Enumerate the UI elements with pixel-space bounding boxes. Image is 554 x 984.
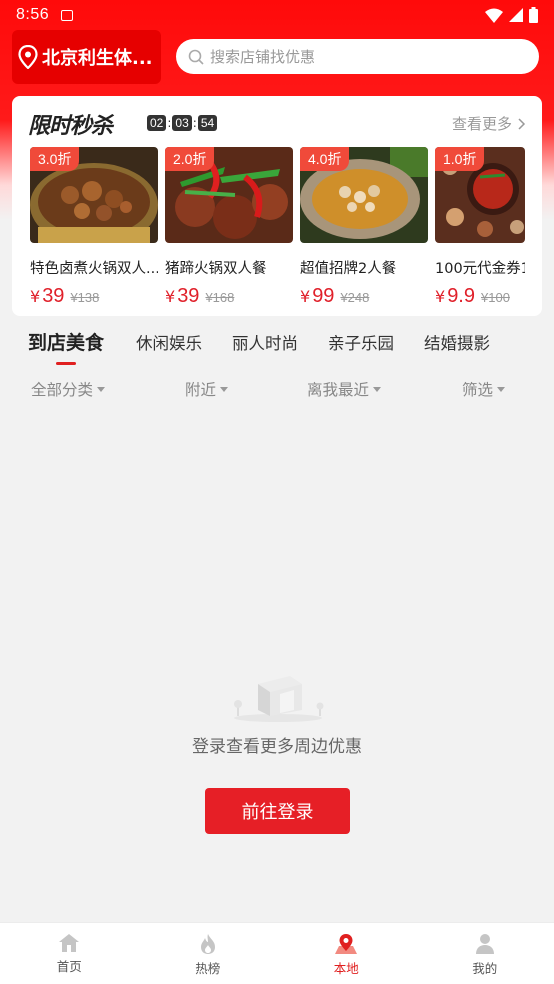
empty-store-icon xyxy=(234,676,324,722)
deal-price: ¥ 9.9 ¥100 xyxy=(435,285,525,308)
price-original: ¥248 xyxy=(340,290,370,305)
price-current: 39 xyxy=(42,285,65,307)
filter-screen[interactable]: 筛选 xyxy=(462,378,506,400)
price-currency: ¥ xyxy=(165,287,176,306)
user-icon xyxy=(475,934,494,954)
caret-down-icon xyxy=(220,386,229,392)
deal-item[interactable]: 1.0折 100元代金券1 ¥ 9.9 ¥100 xyxy=(435,147,525,308)
see-more-label: 查看更多 xyxy=(451,115,512,133)
deal-item[interactable]: 4.0折 超值招牌2人餐 ¥ 99 ¥248 xyxy=(300,147,428,308)
location-label: 北京利生体... xyxy=(42,48,153,69)
filter-label: 离我最近 xyxy=(307,381,370,399)
bottom-tab-bar: 首页 热榜 本地 我的 xyxy=(0,922,554,984)
map-pin-icon xyxy=(335,934,358,954)
tabbar-label: 我的 xyxy=(472,961,498,976)
filter-label: 全部分类 xyxy=(31,381,94,399)
discount-badge: 2.0折 xyxy=(165,147,215,171)
battery-icon xyxy=(529,7,538,23)
caret-down-icon xyxy=(97,386,106,392)
sim-icon xyxy=(61,9,74,21)
price-original: ¥168 xyxy=(205,290,235,305)
price-original: ¥100 xyxy=(481,290,510,305)
flash-sale-title: 限时秒杀 xyxy=(28,114,113,139)
search-input[interactable]: 搜索店铺找优惠 xyxy=(176,39,539,74)
search-icon xyxy=(188,49,204,65)
tabbar-item-local[interactable]: 本地 xyxy=(277,923,416,984)
tab-wedding-photo[interactable]: 结婚摄影 xyxy=(424,330,490,354)
flash-sale-card: 限时秒杀 02 : 03 : 54 查看更多 3.0折 特色卤煮火锅双人... … xyxy=(12,96,542,316)
login-button[interactable]: 前往登录 xyxy=(205,788,350,834)
price-current: 9.9 xyxy=(447,285,475,307)
tab-leisure[interactable]: 休闲娱乐 xyxy=(136,330,202,354)
discount-badge: 1.0折 xyxy=(435,147,485,171)
caret-down-icon xyxy=(497,386,506,392)
deal-name: 超值招牌2人餐 xyxy=(300,261,397,277)
price-currency: ¥ xyxy=(435,287,446,306)
see-more-link[interactable]: 查看更多 xyxy=(452,113,528,134)
status-bar: 8:56 xyxy=(0,0,554,30)
signal-icon xyxy=(509,8,523,22)
timer-seconds: 54 xyxy=(197,115,218,131)
deal-price: ¥ 99 ¥248 xyxy=(300,285,428,308)
active-tab-indicator xyxy=(56,362,76,365)
deal-list: 3.0折 特色卤煮火锅双人... ¥ 39 ¥138 2.0折 猪蹄火锅双人餐 … xyxy=(30,147,525,308)
wifi-icon xyxy=(485,8,503,23)
empty-message: 登录查看更多周边优惠 xyxy=(192,737,362,757)
tab-family[interactable]: 亲子乐园 xyxy=(328,330,394,354)
deal-image: 1.0折 xyxy=(435,147,525,243)
tab-dine-in[interactable]: 到店美食 xyxy=(28,328,104,355)
timer-hours: 02 xyxy=(147,115,167,131)
filter-label: 附近 xyxy=(185,381,217,399)
tab-beauty[interactable]: 丽人时尚 xyxy=(232,330,298,354)
location-selector[interactable]: 北京利生体... xyxy=(12,30,161,84)
deal-image: 4.0折 xyxy=(300,147,428,243)
deal-price: ¥ 39 ¥168 xyxy=(165,285,293,308)
deal-image: 2.0折 xyxy=(165,147,293,243)
filter-label: 筛选 xyxy=(462,381,494,399)
chevron-right-icon xyxy=(518,117,526,130)
countdown-timer: 02 : 03 : 54 xyxy=(147,115,218,131)
timer-minutes: 03 xyxy=(172,115,192,131)
price-original: ¥138 xyxy=(70,290,100,305)
tabbar-item-hot[interactable]: 热榜 xyxy=(139,923,278,984)
fire-icon xyxy=(200,934,215,954)
filter-distance[interactable]: 离我最近 xyxy=(307,378,382,400)
tabbar-label: 热榜 xyxy=(195,961,221,976)
discount-badge: 3.0折 xyxy=(30,147,80,171)
location-pin-icon xyxy=(18,45,38,69)
filter-all-categories[interactable]: 全部分类 xyxy=(31,378,106,400)
caret-down-icon xyxy=(373,386,382,392)
deal-name: 猪蹄火锅双人餐 xyxy=(165,261,267,277)
price-currency: ¥ xyxy=(30,287,41,306)
tabbar-label: 首页 xyxy=(56,959,82,974)
filter-bar: 全部分类 附近 离我最近 筛选 xyxy=(0,378,554,400)
status-time: 8:56 xyxy=(16,6,50,23)
deal-item[interactable]: 3.0折 特色卤煮火锅双人... ¥ 39 ¥138 xyxy=(30,147,158,308)
tabbar-label: 本地 xyxy=(333,961,359,976)
deal-image: 3.0折 xyxy=(30,147,158,243)
deal-name: 特色卤煮火锅双人... xyxy=(30,261,158,277)
price-currency: ¥ xyxy=(300,287,311,306)
deal-name: 100元代金券1 xyxy=(435,261,525,277)
category-tabs: 到店美食 休闲娱乐 丽人时尚 亲子乐园 结婚摄影 xyxy=(28,328,520,355)
price-current: 39 xyxy=(177,285,200,307)
deal-item[interactable]: 2.0折 猪蹄火锅双人餐 ¥ 39 ¥168 xyxy=(165,147,293,308)
tabbar-item-home[interactable]: 首页 xyxy=(0,923,139,984)
search-placeholder: 搜索店铺找优惠 xyxy=(210,48,316,66)
discount-badge: 4.0折 xyxy=(300,147,350,171)
home-icon xyxy=(59,934,80,952)
price-current: 99 xyxy=(312,285,335,307)
tabbar-item-mine[interactable]: 我的 xyxy=(416,923,554,984)
deal-price: ¥ 39 ¥138 xyxy=(30,285,158,308)
filter-nearby[interactable]: 附近 xyxy=(185,378,229,400)
